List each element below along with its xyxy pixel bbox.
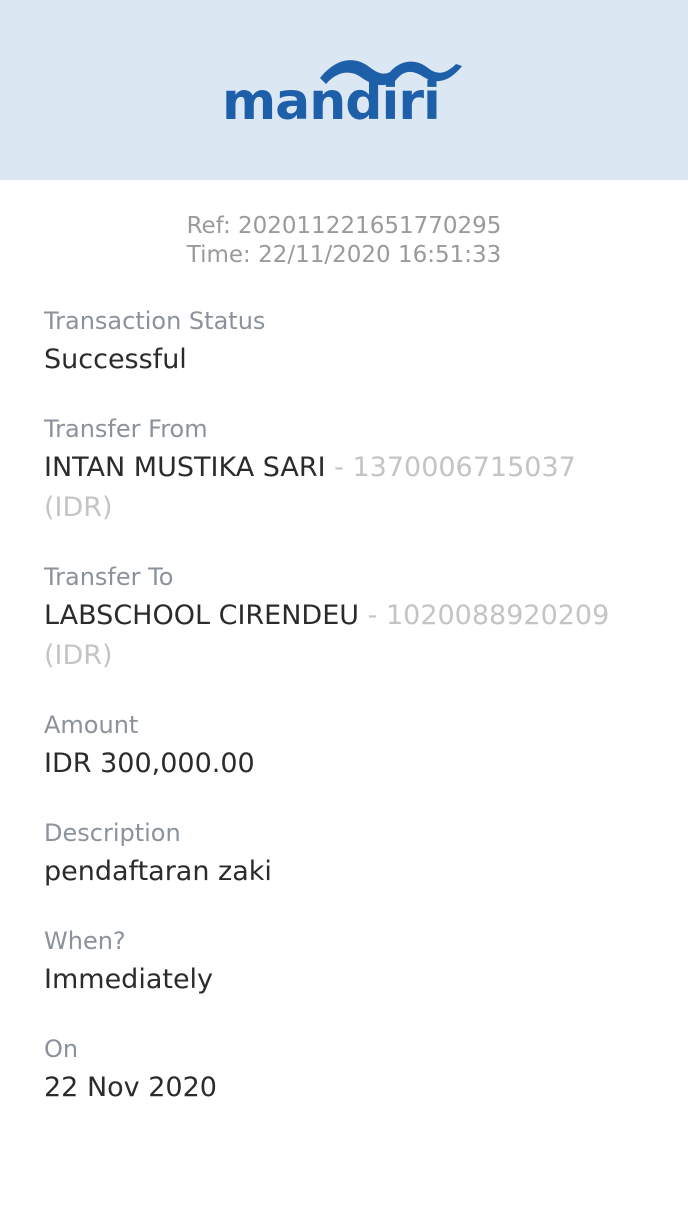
- field-label: Description: [44, 819, 181, 847]
- transaction-details: Transaction Status Successful Transfer F…: [0, 270, 688, 1108]
- field-label: When?: [44, 927, 126, 955]
- field-label: Amount: [44, 711, 139, 739]
- field-when: When? Immediately: [44, 926, 644, 1000]
- transaction-time: Time: 22/11/2020 16:51:33: [186, 242, 502, 268]
- header-banner: mandiri: [0, 0, 688, 180]
- receipt-meta: Ref: 202011221651770295 Time: 22/11/2020…: [0, 212, 688, 270]
- reference-number: Ref: 202011221651770295: [186, 213, 502, 239]
- field-label: Transaction Status: [44, 307, 266, 335]
- field-on: On 22 Nov 2020: [44, 1034, 644, 1108]
- field-value: Successful: [44, 344, 187, 375]
- field-value: LABSCHOOL CIRENDEU - 1020088920209 (IDR): [44, 596, 644, 676]
- field-value: IDR 300,000.00: [44, 748, 255, 779]
- field-value: Immediately: [44, 964, 214, 995]
- field-value: pendaftaran zaki: [44, 856, 272, 887]
- field-status: Transaction Status Successful: [44, 306, 644, 380]
- field-amount: Amount IDR 300,000.00: [44, 710, 644, 784]
- field-label: Transfer To: [44, 563, 174, 591]
- sender-name: INTAN MUSTIKA SARI: [44, 452, 326, 483]
- field-label: On: [44, 1035, 79, 1063]
- field-value: INTAN MUSTIKA SARI - 1370006715037 (IDR): [44, 448, 644, 528]
- field-transfer-to: Transfer To LABSCHOOL CIRENDEU - 1020088…: [44, 562, 644, 676]
- mandiri-logo: mandiri: [222, 52, 468, 132]
- field-label: Transfer From: [44, 415, 208, 443]
- field-value: 22 Nov 2020: [44, 1072, 217, 1103]
- field-description: Description pendaftaran zaki: [44, 818, 644, 892]
- field-transfer-from: Transfer From INTAN MUSTIKA SARI - 13700…: [44, 414, 644, 528]
- recipient-name: LABSCHOOL CIRENDEU: [44, 600, 360, 631]
- logo-wordmark: mandiri: [222, 72, 441, 132]
